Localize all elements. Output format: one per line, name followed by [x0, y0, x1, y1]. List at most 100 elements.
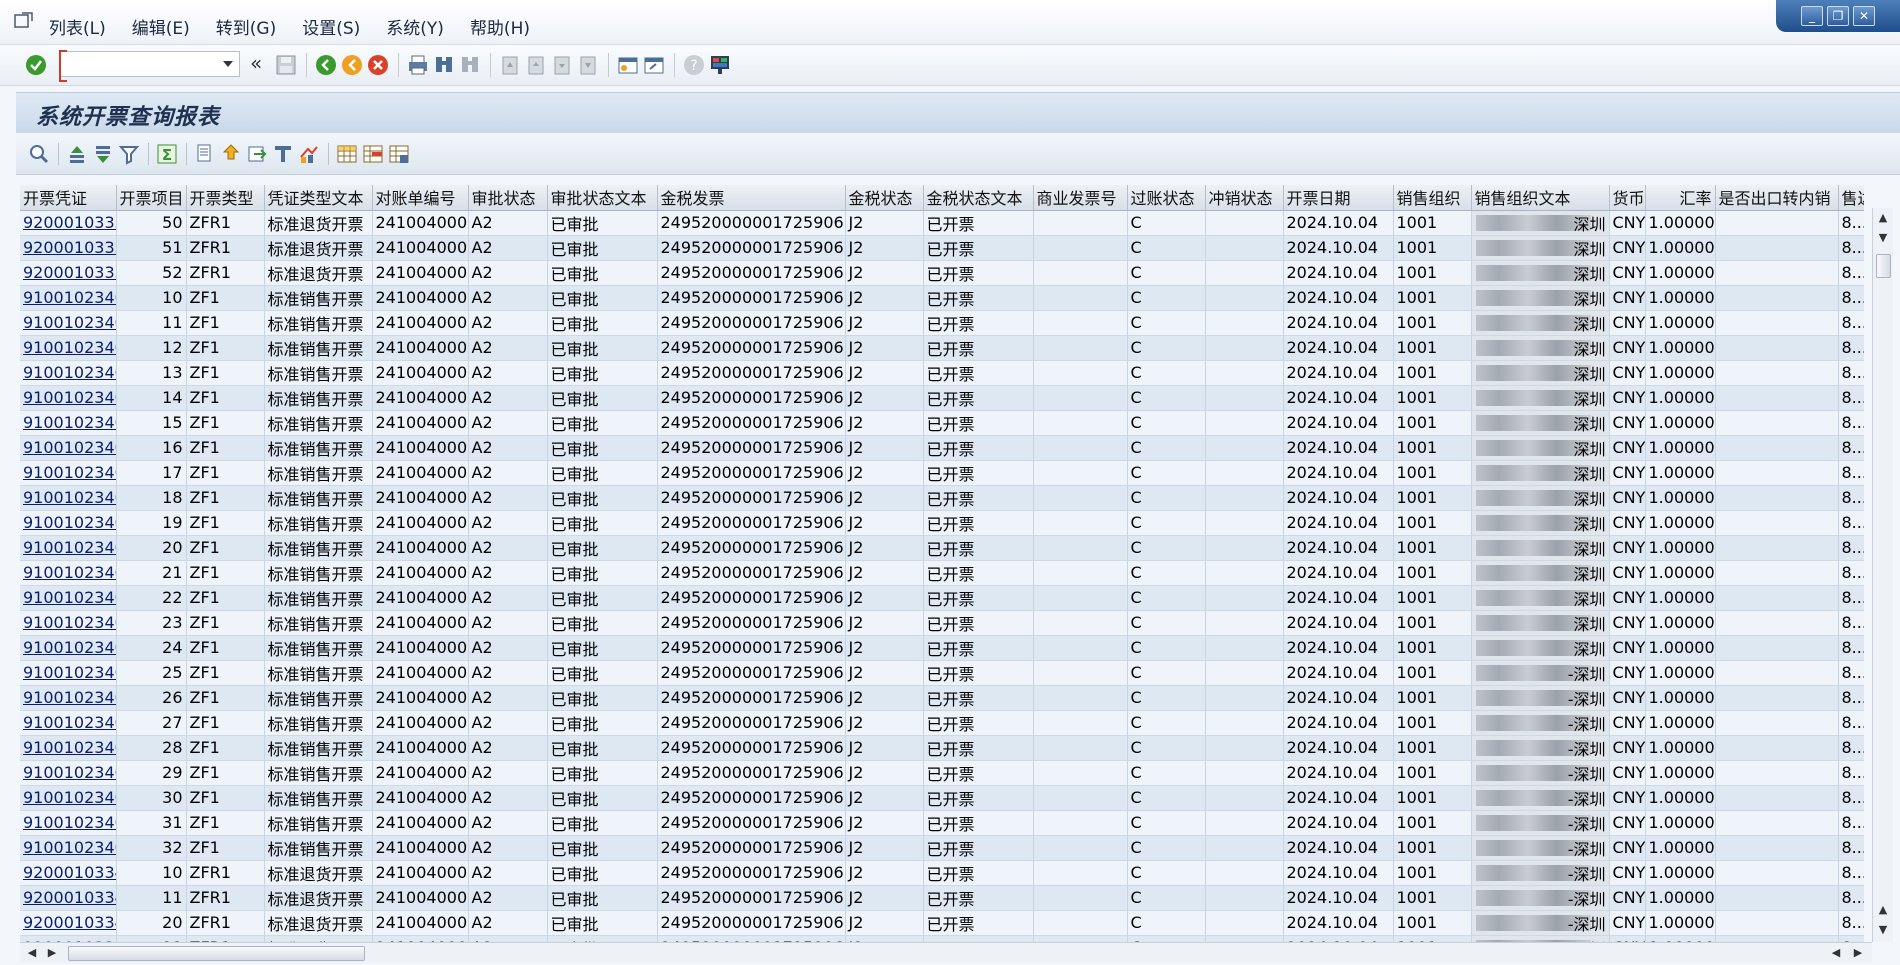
table-row[interactable]: 9100102340 12 ZF1 标准销售开票 2410040001 A2 已审批 2495… — [20, 335, 1864, 361]
table-row[interactable]: 9100102340 24 ZF1 标准销售开票 2410040001 A2 已审批 2495… — [20, 635, 1864, 661]
horizontal-scroll-thumb[interactable] — [68, 946, 365, 961]
col-header[interactable]: 金税状态 — [845, 185, 924, 211]
chevron-down-icon[interactable] — [223, 61, 233, 67]
table-row[interactable]: 9100102340 14 ZF1 标准销售开票 2410040001 A2 已审批 2495… — [20, 385, 1864, 411]
col-header[interactable]: 审批状态文本 — [547, 185, 658, 211]
vertical-scroll-thumb[interactable] — [1876, 254, 1891, 278]
table-row[interactable]: 9100102340 19 ZF1 标准销售开票 2410040001 A2 已审批 2495… — [20, 510, 1864, 536]
cell-voucher[interactable]: 9100102340 — [20, 785, 117, 811]
export-icon[interactable] — [220, 143, 242, 165]
save-layout-icon[interactable] — [388, 143, 410, 165]
table-row[interactable]: 9100102340 15 ZF1 标准销售开票 2410040001 A2 已审批 2495… — [20, 410, 1864, 436]
send-icon[interactable] — [246, 143, 268, 165]
abc-analysis-icon[interactable] — [272, 143, 294, 165]
col-header[interactable]: 冲销状态 — [1205, 185, 1284, 211]
cell-voucher[interactable]: 9100102340 — [20, 610, 117, 636]
table-row[interactable]: 9100102340 28 ZF1 标准销售开票 2410040001 A2 已审批 2495… — [20, 735, 1864, 761]
col-header[interactable]: 货币 — [1609, 185, 1646, 211]
col-header[interactable]: 销售组织 — [1393, 185, 1472, 211]
print-preview-icon[interactable] — [194, 143, 216, 165]
scroll-down-icon[interactable]: ▼ — [1875, 230, 1891, 246]
close-icon[interactable]: ✕ — [1853, 6, 1875, 26]
table-row[interactable]: 9100102340 21 ZF1 标准销售开票 2410040001 A2 已审批 2495… — [20, 560, 1864, 586]
col-header[interactable]: 开票类型 — [186, 185, 265, 211]
find-next-icon[interactable] — [458, 53, 482, 77]
col-header[interactable]: 过账状态 — [1127, 185, 1206, 211]
cell-voucher[interactable]: 9100102340 — [20, 385, 117, 411]
table-row[interactable]: 9200010333 52 ZFR1 标准退货开票 2410040001 A2 已审批 249… — [20, 260, 1864, 286]
col-header[interactable]: 商业发票号 — [1033, 185, 1128, 211]
cell-voucher[interactable]: 9100102340 — [20, 835, 117, 861]
table-row[interactable]: 9100102340 23 ZF1 标准销售开票 2410040001 A2 已审批 2495… — [20, 610, 1864, 636]
cell-voucher[interactable]: 9100102340 — [20, 510, 117, 536]
menu-list[interactable]: 列表(L) — [49, 14, 106, 39]
table-row[interactable]: 9100102340 10 ZF1 标准销售开票 2410040001 A2 已审批 2495… — [20, 285, 1864, 311]
help-icon[interactable]: ? — [682, 53, 706, 77]
horizontal-scrollbar[interactable]: ◀ ▶ ◀ ▶ — [20, 942, 1872, 963]
menu-list-icon[interactable] — [14, 12, 34, 30]
table-row[interactable]: 9100102340 27 ZF1 标准销售开票 2410040001 A2 已审批 2495… — [20, 710, 1864, 736]
table-row[interactable]: 9100102340 22 ZF1 标准销售开票 2410040001 A2 已审批 2495… — [20, 585, 1864, 611]
table-row[interactable]: 9200010334 10 ZFR1 标准退货开票 2410040001 A2 已审批 249… — [20, 860, 1864, 886]
collapse-chevron-icon[interactable]: « — [250, 51, 262, 75]
customize-layout-icon[interactable] — [708, 53, 732, 77]
cell-voucher[interactable]: 9200010334 — [20, 885, 117, 911]
col-header[interactable]: 开票凭证 — [20, 185, 117, 211]
cell-voucher[interactable]: 9100102340 — [20, 485, 117, 511]
table-row[interactable]: 9100102340 29 ZF1 标准销售开票 2410040001 A2 已审批 2495… — [20, 760, 1864, 786]
col-header[interactable]: 汇率 — [1645, 185, 1716, 211]
cell-voucher[interactable]: 9100102340 — [20, 685, 117, 711]
table-row[interactable]: 9100102340 31 ZF1 标准销售开票 2410040001 A2 已审批 2495… — [20, 810, 1864, 836]
cell-voucher[interactable]: 9100102340 — [20, 735, 117, 761]
cell-voucher[interactable]: 9100102340 — [20, 335, 117, 361]
first-page-icon[interactable] — [498, 53, 522, 77]
new-session-icon[interactable] — [616, 53, 640, 77]
shortcut-icon[interactable] — [642, 53, 666, 77]
cell-voucher[interactable]: 9200010334 — [20, 935, 117, 942]
cell-voucher[interactable]: 9100102340 — [20, 810, 117, 836]
print-icon[interactable] — [406, 53, 430, 77]
back-icon[interactable] — [314, 53, 338, 77]
menu-system[interactable]: 系统(Y) — [386, 14, 444, 39]
exit-icon[interactable] — [340, 53, 364, 77]
cell-voucher[interactable]: 9100102340 — [20, 285, 117, 311]
cell-voucher[interactable]: 9100102340 — [20, 310, 117, 336]
table-row[interactable]: 9100102340 11 ZF1 标准销售开票 2410040001 A2 已审批 2495… — [20, 310, 1864, 336]
cancel-icon[interactable] — [366, 53, 390, 77]
choose-layout-icon[interactable] — [362, 143, 384, 165]
cell-voucher[interactable]: 9200010334 — [20, 860, 117, 886]
last-page-icon[interactable] — [576, 53, 600, 77]
cell-voucher[interactable]: 9100102340 — [20, 660, 117, 686]
col-header[interactable]: 开票日期 — [1283, 185, 1394, 211]
table-row[interactable]: 9200010333 50 ZFR1 标准退货开票 2410040001 A2 已审批 249… — [20, 210, 1864, 236]
col-header[interactable]: 售达 — [1838, 185, 1864, 211]
cell-voucher[interactable]: 9100102340 — [20, 535, 117, 561]
scroll-left-icon[interactable]: ◀ — [24, 945, 40, 961]
scroll-up-icon[interactable]: ▲ — [1875, 210, 1891, 226]
table-row[interactable]: 9100102340 32 ZF1 标准销售开票 2410040001 A2 已审批 2495… — [20, 835, 1864, 861]
menu-goto[interactable]: 转到(G) — [216, 14, 276, 39]
table-row[interactable]: 9100102340 26 ZF1 标准销售开票 2410040001 A2 已审批 2495… — [20, 685, 1864, 711]
col-header[interactable]: 销售组织文本 — [1471, 185, 1610, 211]
col-header[interactable]: 凭证类型文本 — [264, 185, 373, 211]
table-row[interactable]: 9200010334 11 ZFR1 标准退货开票 2410040001 A2 已审批 249… — [20, 885, 1864, 911]
details-icon[interactable] — [28, 143, 50, 165]
col-header[interactable]: 审批状态 — [468, 185, 548, 211]
cell-voucher[interactable]: 9100102340 — [20, 435, 117, 461]
scroll-left-icon[interactable]: ◀ — [1828, 945, 1844, 961]
scroll-right-icon[interactable]: ▶ — [1850, 945, 1866, 961]
previous-page-icon[interactable] — [524, 53, 548, 77]
cell-voucher[interactable]: 9100102340 — [20, 635, 117, 661]
cell-voucher[interactable]: 9100102340 — [20, 760, 117, 786]
layout-grid-icon[interactable] — [336, 143, 358, 165]
table-row[interactable]: 9100102340 17 ZF1 标准销售开票 2410040001 A2 已审批 2495… — [20, 460, 1864, 486]
table-row[interactable]: 9100102340 13 ZF1 标准销售开票 2410040001 A2 已审批 2495… — [20, 360, 1864, 386]
next-page-icon[interactable] — [550, 53, 574, 77]
col-header[interactable]: 开票项目 — [116, 185, 187, 211]
save-icon[interactable] — [274, 53, 298, 77]
menu-edit[interactable]: 编辑(E) — [132, 14, 190, 39]
table-row[interactable]: 9200010333 51 ZFR1 标准退货开票 2410040001 A2 已审批 249… — [20, 235, 1864, 261]
total-sigma-icon[interactable]: Σ — [156, 143, 178, 165]
command-input[interactable] — [67, 53, 221, 77]
sort-ascending-icon[interactable] — [66, 143, 88, 165]
